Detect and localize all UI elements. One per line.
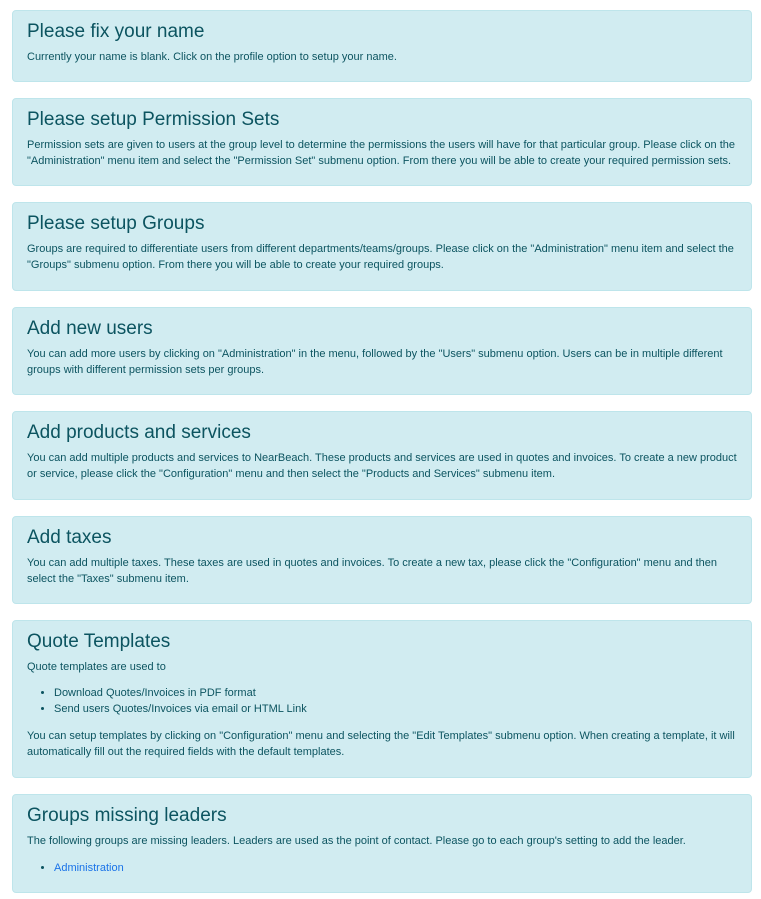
list-item: Administration <box>54 860 737 876</box>
alert-title: Add products and services <box>27 422 251 443</box>
alert-text: You can setup templates by clicking on "… <box>27 730 735 758</box>
alert-permission-sets: Please setup Permission Sets Permission … <box>12 98 752 186</box>
alert-text: Permission sets are given to users at th… <box>27 139 736 167</box>
list-item: Send users Quotes/Invoices via email or … <box>54 701 737 717</box>
list-item: Download Quotes/Invoices in PDF format <box>54 685 737 701</box>
alert-taxes: Add taxes You can add multiple taxes. Th… <box>12 516 752 604</box>
alert-text: The following groups are missing leaders… <box>27 835 686 847</box>
alerts-container: Please fix your name Currently your name… <box>0 0 761 893</box>
alert-text: Currently your name is blank. Click on t… <box>27 51 397 63</box>
alert-title: Please fix your name <box>27 21 205 42</box>
alert-text: You can add more users by clicking on "A… <box>27 348 723 376</box>
alert-groups-missing-leaders: Groups missing leaders The following gro… <box>12 794 752 893</box>
alert-title: Quote Templates <box>27 631 171 652</box>
alert-quote-templates: Quote Templates Quote templates are used… <box>12 620 752 778</box>
alert-products-services: Add products and services You can add mu… <box>12 411 752 500</box>
alert-title: Please setup Permission Sets <box>27 109 280 130</box>
alert-title: Add taxes <box>27 527 112 548</box>
alert-add-users: Add new users You can add more users by … <box>12 307 752 395</box>
alert-text: You can add multiple taxes. These taxes … <box>27 557 718 585</box>
alert-title: Groups missing leaders <box>27 805 227 826</box>
alert-text: Groups are required to differentiate use… <box>27 243 734 271</box>
template-uses-list: Download Quotes/Invoices in PDF format S… <box>27 685 737 717</box>
alert-title: Add new users <box>27 318 153 339</box>
alert-groups: Please setup Groups Groups are required … <box>12 202 752 291</box>
alert-text: Quote templates are used to <box>27 661 166 673</box>
alert-title: Please setup Groups <box>27 213 205 234</box>
alert-text: You can add multiple products and servic… <box>27 452 737 480</box>
alert-fix-name: Please fix your name Currently your name… <box>12 10 752 82</box>
group-link-administration[interactable]: Administration <box>54 862 124 874</box>
missing-leader-groups-list: Administration <box>27 860 737 876</box>
